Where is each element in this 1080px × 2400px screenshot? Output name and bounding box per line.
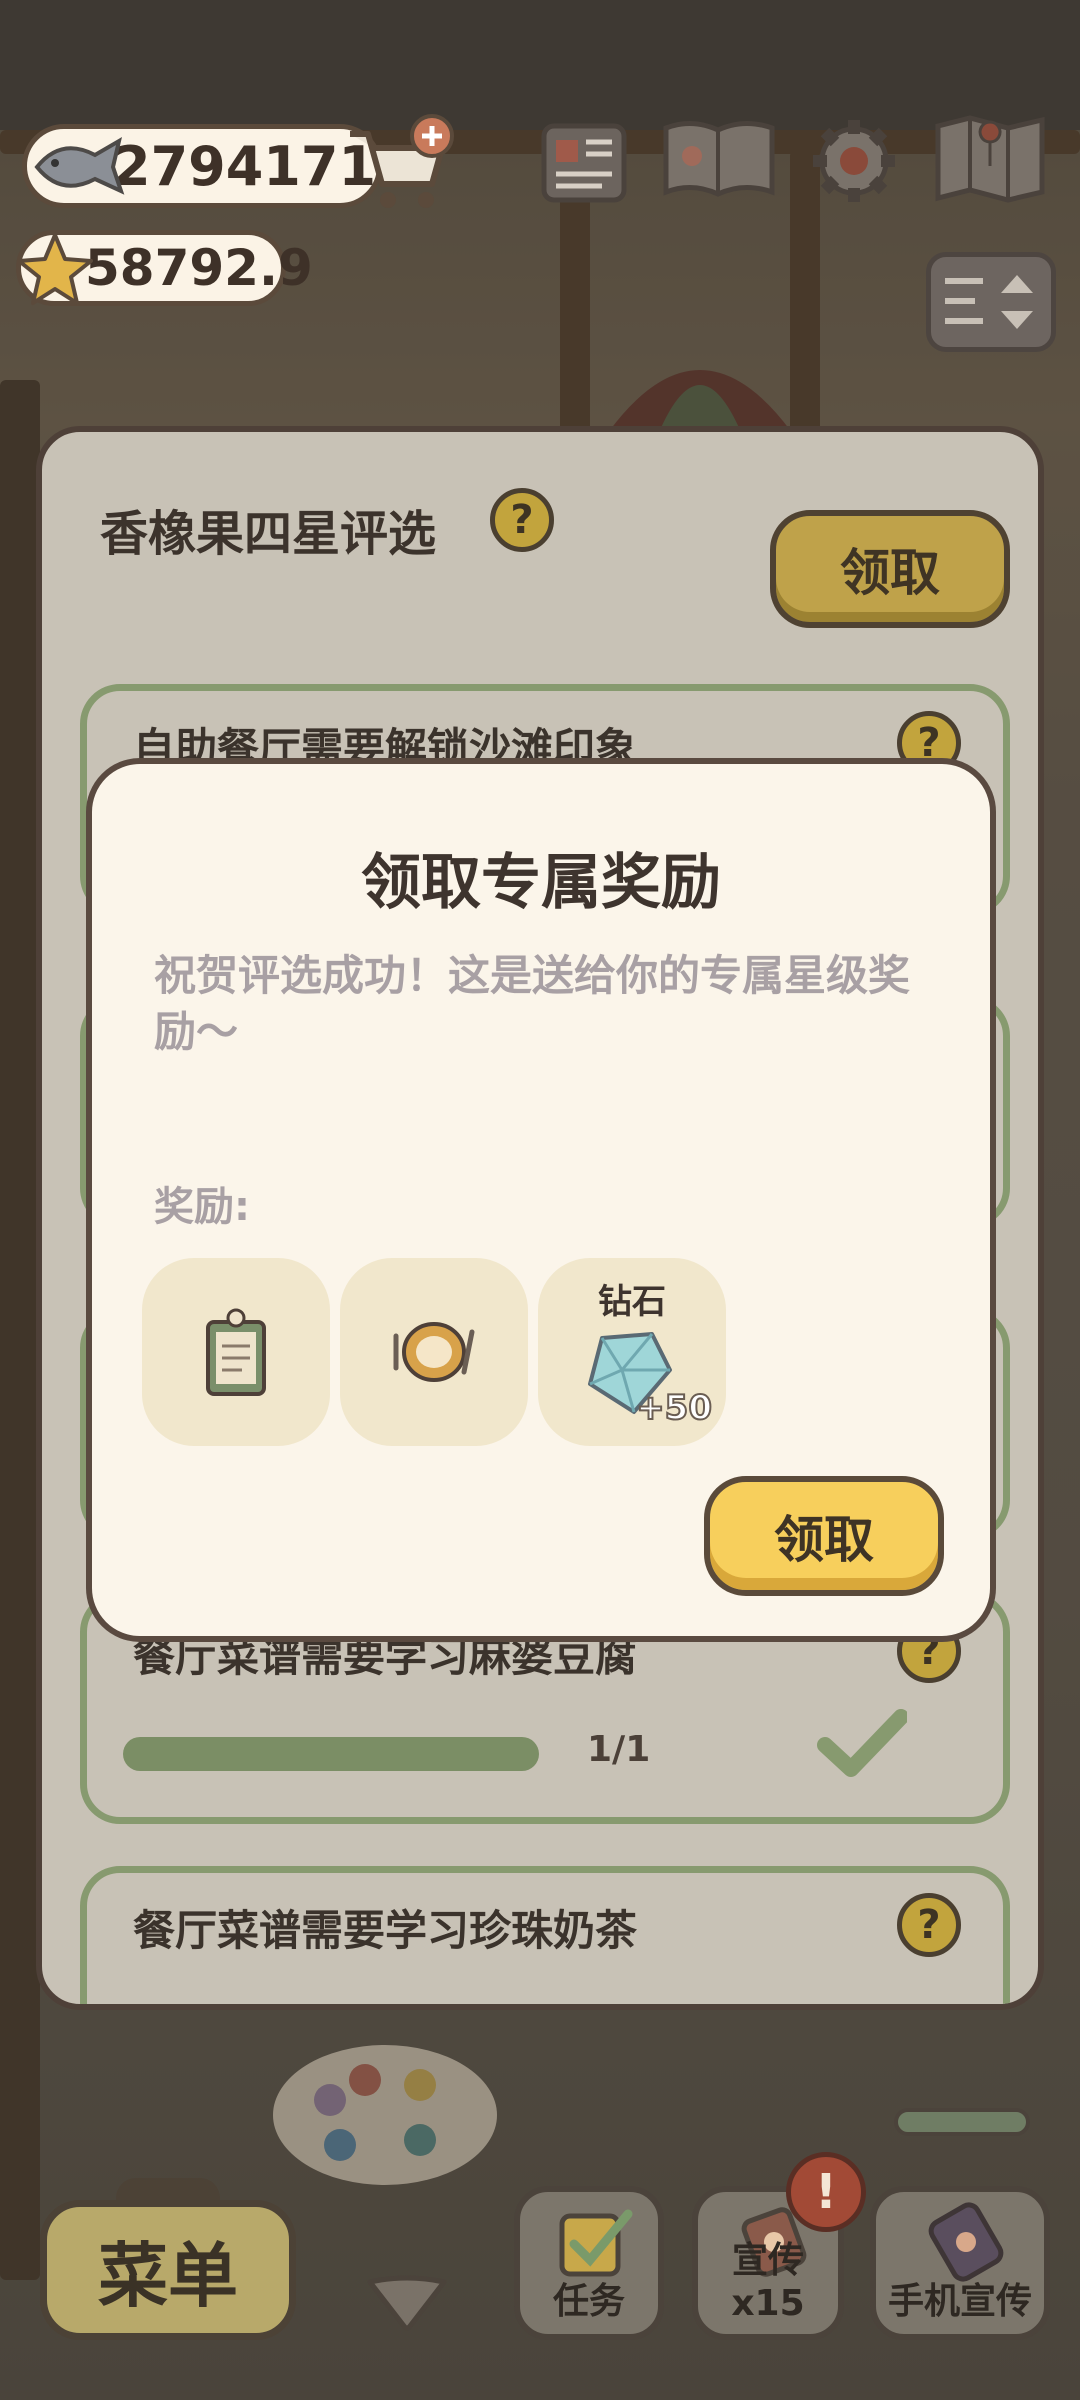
reward-tile-menu[interactable] [142, 1258, 330, 1446]
reward-dialog: 领取专属奖励 祝贺评选成功！这是送给你的专属星级奖励～ 奖励: 钻石 +50 领… [86, 758, 996, 1642]
menu-board-icon [206, 1308, 266, 1396]
fish-count: 2794171 [113, 134, 377, 198]
newspaper-icon [541, 123, 627, 203]
menu-button[interactable]: 菜单 [40, 2200, 296, 2340]
dialog-claim-button[interactable]: 领取 [704, 1476, 944, 1596]
reward-tile-diamond[interactable]: 钻石 +50 [538, 1258, 726, 1446]
book-icon [663, 121, 775, 197]
news-button[interactable] [536, 118, 632, 208]
map-icon [935, 115, 1045, 203]
gear-icon [813, 120, 895, 202]
reward-label: 奖励: [154, 1184, 250, 1230]
dialog-description: 祝贺评选成功！这是送给你的专属星级奖励～ [154, 951, 911, 1056]
task-text: 餐厅菜谱需要学习珍珠奶茶 [133, 1906, 638, 1955]
chevron-down-icon[interactable] [362, 2270, 452, 2334]
task-progress-bar [123, 1737, 539, 1771]
star-icon [17, 233, 93, 305]
star-currency: 58792.9 [16, 230, 313, 306]
promote-label: 宣传x15 [731, 2240, 805, 2324]
task-help-icon[interactable]: ? [897, 1893, 961, 1957]
task-progress-text: 1/1 [587, 1729, 651, 1770]
fish-icon [34, 136, 125, 195]
reward-tile-dish[interactable] [340, 1258, 528, 1446]
phone-promote-label: 手机宣传 [887, 2281, 1032, 2322]
recipe-book-button[interactable] [660, 114, 778, 204]
shop-cart-button[interactable] [346, 114, 456, 214]
phone-icon [928, 2202, 1004, 2282]
reward-name: 钻石 [598, 1282, 666, 1322]
star-count: 58792.9 [85, 239, 313, 297]
progress-meter [894, 2108, 1030, 2136]
reward-quantity: +50 [635, 1387, 713, 1429]
panel-claim-button[interactable]: 领取 [770, 510, 1010, 628]
task-button[interactable]: 任务 [514, 2186, 664, 2340]
fish-currency: 2794171 [22, 124, 382, 208]
phone-promote-button[interactable]: 手机宣传 [870, 2186, 1050, 2340]
dialog-title: 领取专属奖励 [361, 848, 721, 918]
checklist-icon [559, 2209, 633, 2277]
task-label: 任务 [552, 2281, 625, 2322]
map-button[interactable] [932, 114, 1048, 204]
panel-title: 香橡果四星评选 [100, 506, 437, 562]
settings-button[interactable] [806, 116, 902, 206]
filter-toggle-button[interactable] [926, 252, 1056, 352]
alert-badge: ! [786, 2152, 866, 2232]
panel-help-icon[interactable]: ? [490, 488, 554, 552]
dish-plate-icon [393, 1322, 475, 1382]
task-card: 餐厅菜谱需要学习珍珠奶茶 ? [80, 1866, 1010, 2004]
check-icon [817, 1709, 907, 1777]
sort-toggle-icon [945, 275, 1033, 329]
